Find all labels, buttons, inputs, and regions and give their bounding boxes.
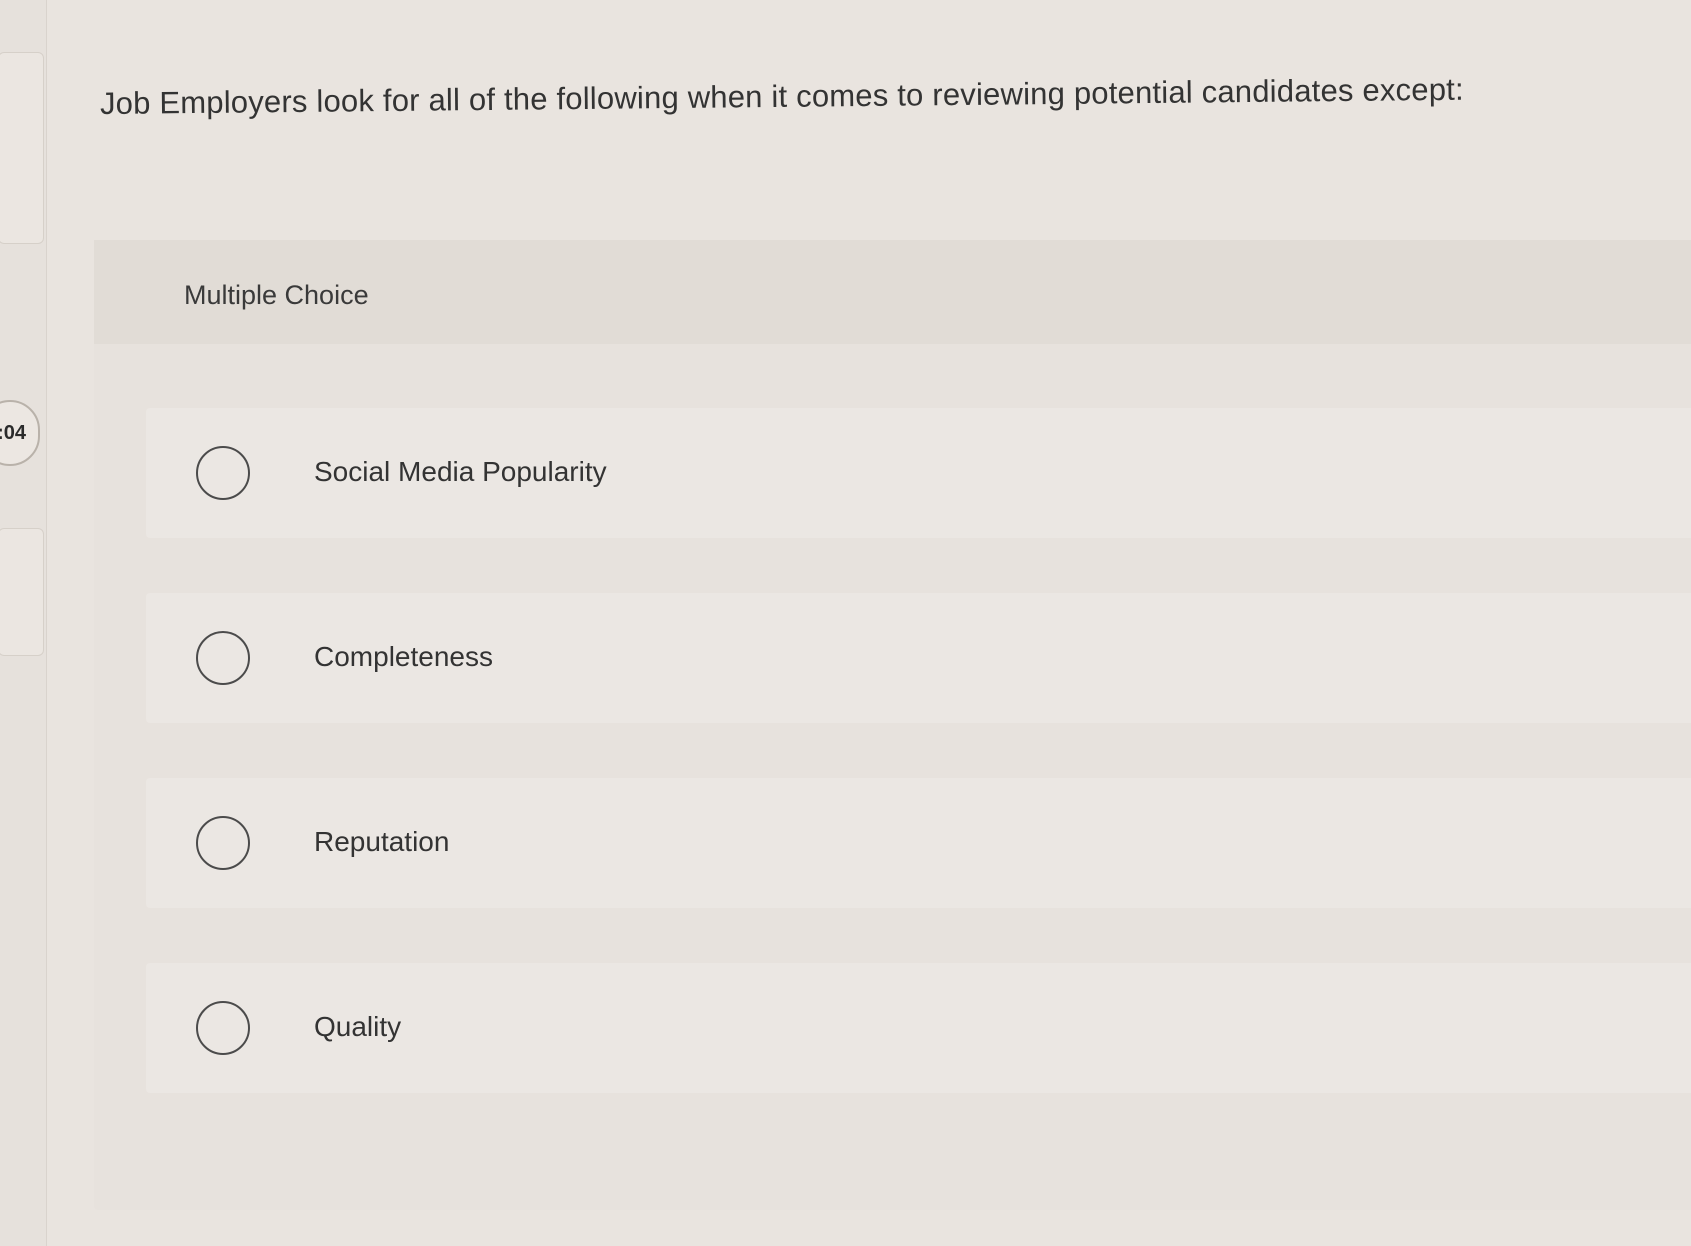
radio-button[interactable]	[196, 446, 250, 500]
choice-label: Completeness	[314, 641, 493, 672]
choice-option-4[interactable]: Quality	[146, 963, 1691, 1093]
radio-button[interactable]	[196, 1001, 250, 1055]
choice-option-1[interactable]: Social Media Popularity	[146, 408, 1691, 538]
choice-label: Reputation	[314, 826, 450, 857]
choice-label: Quality	[314, 1011, 402, 1042]
choice-option-2[interactable]: Completeness	[146, 593, 1691, 723]
rail-panel-bottom	[0, 528, 44, 656]
card-header: Multiple Choice	[94, 240, 1691, 344]
choice-option-3[interactable]: Reputation	[146, 778, 1691, 908]
rail-panel-top	[0, 52, 44, 244]
question-text: Job Employers look for all of the follow…	[99, 71, 1464, 121]
choice-label: Social Media Popularity	[314, 456, 607, 487]
radio-button[interactable]	[196, 816, 250, 870]
choice-list: Social Media Popularity Completeness Rep…	[146, 408, 1691, 1148]
question-number: :04	[0, 421, 26, 444]
question-card: Multiple Choice Social Media Popularity …	[94, 240, 1691, 1210]
question-type-label: Multiple Choice	[184, 280, 369, 310]
left-rail	[0, 0, 47, 1246]
radio-button[interactable]	[196, 631, 250, 685]
